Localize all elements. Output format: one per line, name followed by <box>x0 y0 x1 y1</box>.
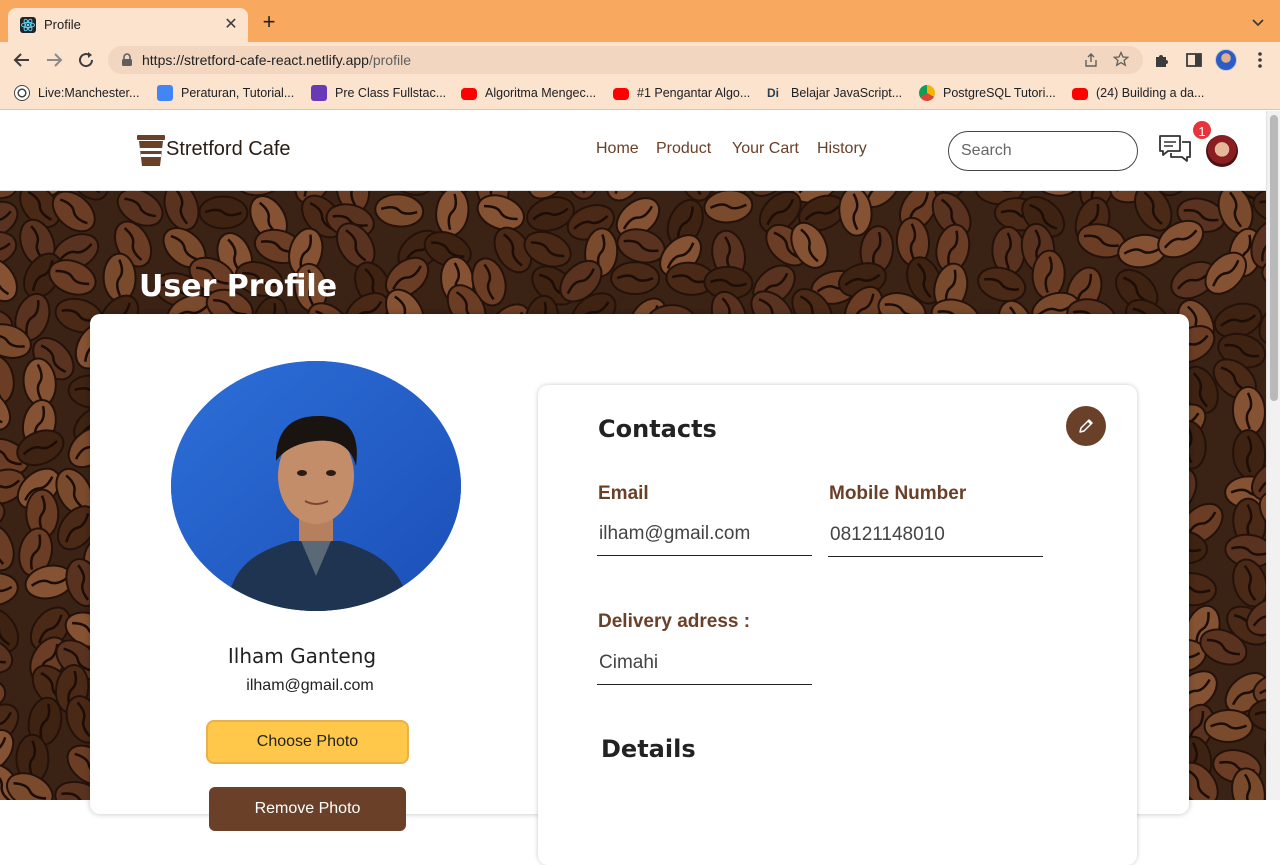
profile-name: Ilham Ganteng <box>227 644 377 668</box>
search-input[interactable] <box>948 131 1138 171</box>
more-options-icon[interactable] <box>1252 50 1268 70</box>
reload-icon[interactable] <box>76 50 96 70</box>
nav-history[interactable]: History <box>817 140 867 158</box>
share-icon[interactable] <box>1083 52 1099 68</box>
person-photo-icon <box>171 361 461 611</box>
nav-your-cart[interactable]: Your Cart <box>732 140 799 158</box>
scrollbar-thumb[interactable] <box>1270 115 1278 401</box>
new-tab-button[interactable]: + <box>258 11 280 34</box>
browser-tab[interactable]: Profile ✕ <box>8 8 248 42</box>
details-title: Details <box>601 735 696 763</box>
bookmark-label: Algoritma Mengec... <box>485 86 597 100</box>
chevron-down-icon[interactable] <box>1250 14 1266 30</box>
lock-icon[interactable] <box>120 53 134 67</box>
address-bar[interactable]: https://stretford-cafe-react.netlify.app… <box>108 46 1143 74</box>
email-field[interactable] <box>597 512 812 556</box>
profile-card: Ilham Ganteng ilham@gmail.com Choose Pho… <box>90 314 1189 865</box>
delivery-address-field[interactable] <box>597 641 812 685</box>
star-icon[interactable] <box>1113 51 1129 67</box>
bookmarks-bar: Live:Manchester... Peraturan, Tutorial..… <box>0 78 1280 110</box>
contacts-title: Contacts <box>598 415 717 443</box>
browser-toolbar: https://stretford-cafe-react.netlify.app… <box>0 42 1280 78</box>
football-icon <box>14 85 30 101</box>
site-header: Stretford Cafe Home Product Your Cart Hi… <box>0 111 1266 191</box>
chat-icon[interactable] <box>1158 133 1192 165</box>
choose-photo-button[interactable]: Choose Photo <box>206 720 409 764</box>
mobile-number-label: Mobile Number <box>829 483 967 504</box>
brand-name[interactable]: Stretford Cafe <box>166 138 291 161</box>
delivery-address-label: Delivery adress : <box>598 611 751 632</box>
side-panel-icon[interactable] <box>1185 51 1203 69</box>
profile-email: ilham@gmail.com <box>246 677 374 694</box>
google-docs-icon <box>157 85 173 101</box>
profile-photo <box>171 361 461 611</box>
remove-photo-button[interactable]: Remove Photo <box>209 787 406 831</box>
forward-arrow-icon[interactable] <box>44 50 64 70</box>
browser-tab-strip: Profile ✕ + <box>0 0 1280 42</box>
url-path: /profile <box>368 52 411 68</box>
contacts-card: Contacts Email Mobile Number Delivery ad… <box>538 385 1137 865</box>
mobile-number-field[interactable] <box>828 513 1043 557</box>
url-host: https://stretford-cafe-react.netlify.app <box>142 52 369 68</box>
url-text: https://stretford-cafe-react.netlify.app… <box>142 52 411 68</box>
page-scrollbar[interactable] <box>1266 111 1280 800</box>
pencil-icon <box>1079 419 1093 433</box>
dicoding-icon: Di <box>767 86 779 100</box>
page-title: User Profile <box>139 269 338 304</box>
back-arrow-icon[interactable] <box>12 50 32 70</box>
google-forms-icon <box>311 85 327 101</box>
browser-profile-avatar[interactable] <box>1215 49 1237 71</box>
bookmark-label: (24) Building a da... <box>1096 86 1205 100</box>
bookmark-label: Peraturan, Tutorial... <box>181 86 295 100</box>
bookmark-label: Belajar JavaScript... <box>791 86 903 100</box>
bookmark-label: PostgreSQL Tutori... <box>943 86 1056 100</box>
bookmark-label: Live:Manchester... <box>38 86 140 100</box>
youtube-icon <box>461 88 477 100</box>
tab-title: Profile <box>44 17 81 32</box>
bookmark-label: Pre Class Fullstac... <box>335 86 447 100</box>
email-label: Email <box>598 483 649 504</box>
nav-home[interactable]: Home <box>596 140 639 158</box>
youtube-icon <box>613 88 629 100</box>
edit-button[interactable] <box>1066 406 1106 446</box>
coffee-cup-logo-icon[interactable] <box>136 133 166 167</box>
nav-product[interactable]: Product <box>656 140 711 158</box>
notification-badge[interactable]: 1 <box>1191 119 1213 141</box>
react-icon <box>20 17 36 33</box>
bookmark-label: #1 Pengantar Algo... <box>637 86 751 100</box>
youtube-icon <box>1072 88 1088 100</box>
puzzle-extensions-icon[interactable] <box>1153 51 1171 69</box>
close-tab-icon[interactable]: ✕ <box>222 16 240 34</box>
chrome-web-icon <box>919 85 935 101</box>
avatar[interactable] <box>1206 135 1238 167</box>
